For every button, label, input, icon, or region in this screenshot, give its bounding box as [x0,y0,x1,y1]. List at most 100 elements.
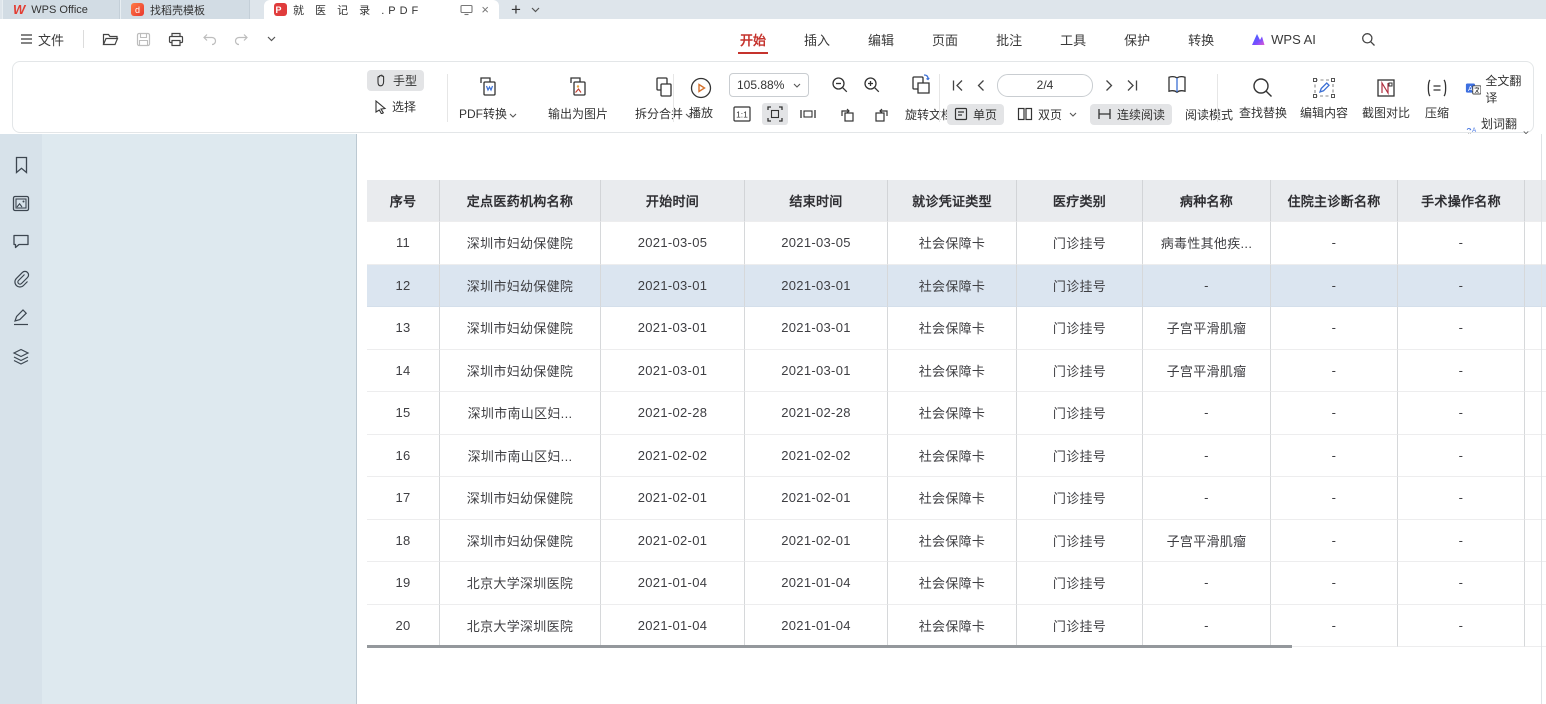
table-cell[interactable]: 2021-03-01 [745,265,888,308]
table-cell[interactable]: 14 [367,350,440,393]
table-cell[interactable]: 15 [367,392,440,435]
table-cell[interactable]: 11 [367,222,440,265]
menu-tab-protect[interactable]: 保护 [1122,21,1152,58]
table-cell[interactable]: 12 [367,265,440,308]
menu-tab-insert[interactable]: 插入 [802,21,832,58]
table-cell[interactable]: 门诊挂号 [1017,605,1143,648]
table-cell[interactable]: 门诊挂号 [1017,265,1143,308]
zoom-out-icon[interactable] [831,76,849,94]
redo-icon[interactable] [229,30,255,49]
table-cell[interactable]: 2021-03-01 [745,350,888,393]
screenshot-compare-button[interactable]: 截图对比 [1351,68,1421,128]
table-cell[interactable]: - [1143,477,1271,520]
menu-tab-tools[interactable]: 工具 [1058,21,1088,58]
zoom-level-select[interactable]: 105.88% [729,73,809,97]
menu-tab-edit[interactable]: 编辑 [866,21,896,58]
next-page-icon[interactable] [1105,79,1114,92]
table-cell[interactable]: - [1398,435,1525,478]
table-cell[interactable]: 2021-03-01 [745,307,888,350]
table-cell[interactable]: 17 [367,477,440,520]
table-cell[interactable]: - [1271,477,1398,520]
table-cell[interactable]: - [1143,562,1271,605]
table-cell[interactable]: 2021-02-28 [745,392,888,435]
table-cell[interactable]: - [1271,222,1398,265]
fit-page-button[interactable] [762,103,788,125]
fit-width-button[interactable] [795,103,821,125]
table-cell[interactable]: 深圳市妇幼保健院 [440,477,601,520]
layers-icon[interactable] [12,348,30,366]
table-cell[interactable]: - [1271,605,1398,648]
table-cell[interactable]: 社会保障卡 [888,350,1017,393]
table-cell[interactable]: - [1271,435,1398,478]
table-cell[interactable]: 2021-02-01 [601,520,745,563]
export-image-button[interactable]: 输出为图片 [535,68,621,128]
pdf-convert-button[interactable]: PDF转换 [447,68,529,128]
table-cell[interactable]: 子宫平滑肌瘤 [1143,520,1271,563]
cast-screen-icon[interactable] [460,4,473,16]
table-cell[interactable]: - [1398,605,1525,648]
prev-page-icon[interactable] [976,79,985,92]
menu-search-icon[interactable] [1356,29,1381,50]
file-menu-button[interactable]: 文件 [14,26,70,53]
comments-icon[interactable] [12,233,30,249]
table-cell[interactable]: 2021-01-04 [601,562,745,605]
table-cell[interactable]: - [1398,222,1525,265]
table-cell[interactable]: - [1398,350,1525,393]
continuous-read-button[interactable]: 连续阅读 [1090,104,1172,125]
rotate-doc-label[interactable]: 旋转文档 [905,106,953,123]
table-cell[interactable]: 深圳市妇幼保健院 [440,307,601,350]
menu-tab-annotate[interactable]: 批注 [994,21,1024,58]
print-icon[interactable] [163,29,189,50]
table-cell[interactable]: 深圳市妇幼保健院 [440,350,601,393]
table-cell[interactable]: 社会保障卡 [888,477,1017,520]
table-cell[interactable]: 2021-02-01 [745,520,888,563]
first-page-icon[interactable] [951,79,964,92]
table-cell[interactable]: 2021-02-28 [601,392,745,435]
menu-tab-page[interactable]: 页面 [930,21,960,58]
table-cell[interactable]: - [1271,392,1398,435]
table-cell[interactable]: 社会保障卡 [888,605,1017,648]
thumbnails-icon[interactable] [12,195,30,212]
compress-button[interactable]: 压缩 [1415,68,1459,128]
table-cell[interactable]: - [1398,562,1525,605]
table-cell[interactable]: - [1143,605,1271,648]
table-cell[interactable]: 门诊挂号 [1017,222,1143,265]
table-cell[interactable]: 2021-02-01 [745,477,888,520]
select-tool-button[interactable]: 选择 [367,96,424,117]
table-cell[interactable]: 社会保障卡 [888,265,1017,308]
rotate-right-icon[interactable] [868,103,895,126]
table-cell[interactable]: 北京大学深圳医院 [440,605,601,648]
bookmark-icon[interactable] [13,156,30,174]
table-cell[interactable]: 深圳市南山区妇... [440,392,601,435]
more-actions-chevron-icon[interactable] [262,33,281,45]
navigation-panel[interactable] [42,134,357,704]
table-cell[interactable]: - [1398,392,1525,435]
attachment-icon[interactable] [12,270,30,288]
single-page-button[interactable]: 单页 [947,104,1004,125]
table-cell[interactable]: 门诊挂号 [1017,350,1143,393]
table-cell[interactable]: 北京大学深圳医院 [440,562,601,605]
menu-tab-home[interactable]: 开始 [738,21,768,58]
table-cell[interactable]: - [1271,307,1398,350]
table-cell[interactable]: - [1271,520,1398,563]
table-cell[interactable]: 2021-02-01 [601,477,745,520]
table-cell[interactable]: 2021-01-04 [745,562,888,605]
table-cell[interactable]: 深圳市南山区妇... [440,435,601,478]
table-cell[interactable]: - [1143,392,1271,435]
table-cell[interactable]: 20 [367,605,440,648]
table-cell[interactable]: 深圳市妇幼保健院 [440,520,601,563]
table-cell[interactable]: - [1271,265,1398,308]
table-cell[interactable]: - [1143,435,1271,478]
table-cell[interactable]: 2021-03-01 [601,307,745,350]
table-cell[interactable]: 社会保障卡 [888,435,1017,478]
table-cell[interactable]: 16 [367,435,440,478]
table-cell[interactable]: 18 [367,520,440,563]
actual-size-button[interactable]: 1:1 [729,103,755,125]
table-cell[interactable]: - [1271,562,1398,605]
signature-icon[interactable] [12,309,30,327]
zoom-in-icon[interactable] [863,76,881,94]
table-cell[interactable]: 社会保障卡 [888,562,1017,605]
read-mode-book-icon[interactable] [1165,74,1189,96]
table-cell[interactable]: - [1143,265,1271,308]
table-cell[interactable]: 深圳市妇幼保健院 [440,222,601,265]
